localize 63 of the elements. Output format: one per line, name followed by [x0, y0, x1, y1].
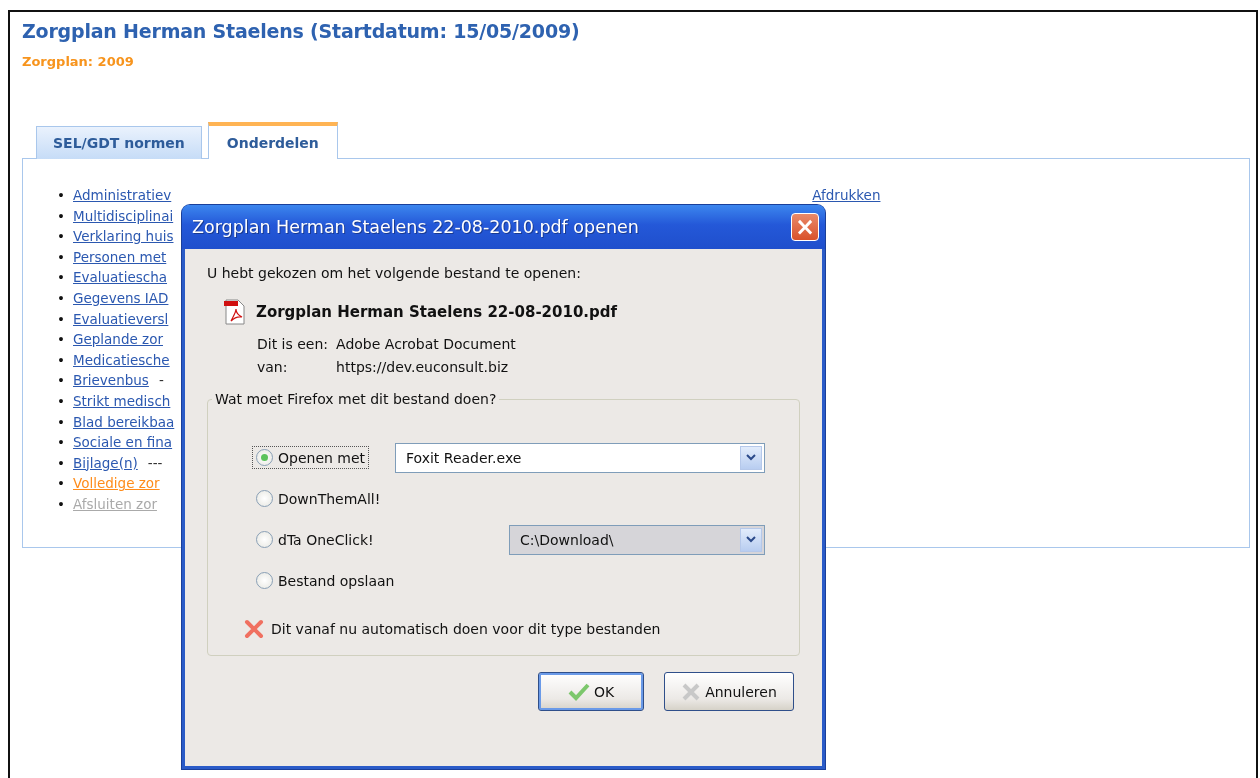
radio-option[interactable]: Openen met	[252, 446, 370, 469]
bullet: •	[57, 433, 66, 453]
field-label: van:	[257, 359, 289, 375]
section-link[interactable]: Medicatiesche	[73, 351, 170, 368]
bullet: •	[57, 494, 66, 514]
file-type: Adobe Acrobat Document	[336, 336, 516, 352]
section-link[interactable]: Geplande zor	[73, 331, 163, 348]
dialog-button[interactable]: OK	[538, 672, 644, 711]
bullet: •	[57, 206, 66, 226]
bullet: •	[57, 288, 66, 308]
page-title: Zorgplan Herman Staelens (Startdatum: 15/05/2009)	[22, 20, 581, 42]
bullet: •	[57, 412, 66, 432]
bullet: •	[57, 474, 66, 494]
bullet: •	[57, 247, 66, 267]
radio-option[interactable]: Bestand opslaan	[252, 569, 399, 592]
group-label: Wat moet Firefox met dit bestand doen?	[214, 391, 498, 407]
radio-option[interactable]: DownThemAll!	[252, 487, 385, 510]
section-link[interactable]: Strikt medisch	[73, 392, 171, 409]
app-dropdown[interactable]: Foxit Reader.exe	[395, 442, 765, 473]
bullet: •	[57, 309, 66, 329]
intro-text: U hebt gekozen om het volgende bestand te openen:	[207, 265, 582, 281]
section-link[interactable]: Sociale en fina	[73, 434, 173, 451]
section-link[interactable]: Multidisciplinai	[73, 207, 174, 224]
dialog-button[interactable]: Annuleren	[664, 672, 794, 711]
radio-button[interactable]	[256, 490, 273, 507]
section-link[interactable]: Blad bereikbaa	[73, 413, 175, 430]
separator-text: ---	[147, 454, 163, 471]
separator-text: -	[158, 372, 164, 389]
radio-button[interactable]	[256, 572, 273, 589]
radio-option[interactable]: dTa OneClick!	[252, 528, 378, 551]
chevron-down-icon	[746, 536, 756, 543]
bullet: •	[57, 453, 66, 473]
radio-button[interactable]	[256, 449, 273, 466]
source-url: https://dev.euconsult.biz	[336, 359, 510, 375]
section-link[interactable]: Verklaring huis	[73, 228, 174, 245]
checkbox-label: Dit vanaf nu automatisch doen voor dit type bestanden	[271, 621, 661, 637]
checkmark-icon	[567, 682, 590, 701]
field-label: Dit is een:	[257, 336, 329, 352]
dialog-title: Zorgplan Herman Staelens 22-08-2010.pdf openen	[192, 217, 639, 237]
bullet: •	[57, 330, 66, 350]
print-link[interactable]: Afdrukken	[812, 187, 881, 203]
section-link[interactable]: Gegevens IAD	[73, 289, 169, 306]
section-link[interactable]: Brievenbus	[73, 372, 149, 389]
tab[interactable]: SEL/GDT normen	[36, 126, 202, 159]
cross-icon	[681, 682, 702, 701]
chevron-down-icon	[746, 454, 756, 461]
bullet: •	[57, 350, 66, 370]
bullet: •	[57, 391, 66, 411]
page-subtitle: Zorgplan: 2009	[22, 54, 135, 69]
file-name: Zorgplan Herman Staelens 22-08-2010.pdf	[256, 303, 618, 321]
cross-icon[interactable]	[244, 619, 264, 639]
bullet: •	[57, 227, 66, 247]
section-link[interactable]: Personen met	[73, 248, 167, 265]
section-link[interactable]: Evaluatiescha	[73, 269, 167, 286]
tab[interactable]: Onderdelen	[207, 122, 338, 159]
pdf-file-icon	[222, 299, 246, 325]
bullet: •	[57, 268, 66, 288]
section-link[interactable]: Evaluatieversl	[73, 310, 169, 327]
section-link[interactable]: Bijlage(n)	[73, 454, 138, 471]
radio-button[interactable]	[256, 531, 273, 548]
bullet: •	[57, 186, 66, 205]
section-link[interactable]: Administratiev	[73, 187, 172, 203]
bullet: •	[57, 371, 66, 391]
